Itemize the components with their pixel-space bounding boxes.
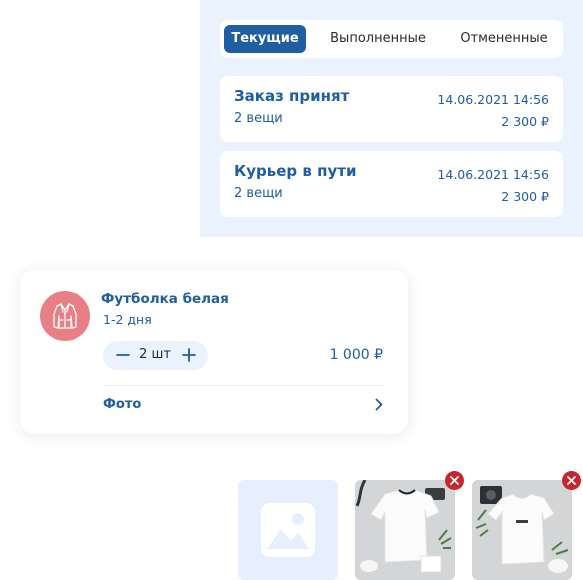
photo-label: Фото <box>103 397 142 412</box>
photo-thumbnail[interactable] <box>355 480 455 580</box>
order-card[interactable]: Курьер в пути 2 вещи 14.06.2021 14:56 2 … <box>220 151 563 217</box>
close-icon <box>567 476 576 485</box>
tab-completed[interactable]: Выполненные <box>320 25 436 53</box>
product-title: Футболка белая <box>101 291 229 307</box>
order-card[interactable]: Заказ принят 2 вещи 14.06.2021 14:56 2 3… <box>220 76 563 142</box>
quantity-stepper: 2 шт <box>103 341 208 370</box>
increase-button[interactable] <box>174 341 204 370</box>
photo-thumbnail[interactable] <box>472 480 572 580</box>
minus-icon <box>116 354 130 356</box>
order-date: 14.06.2021 14:56 <box>437 92 549 107</box>
remove-photo-button[interactable] <box>445 471 464 490</box>
order-price: 2 300 ₽ <box>501 114 549 129</box>
tab-cancelled[interactable]: Отмененные <box>450 25 558 53</box>
tshirt-photo <box>355 480 455 580</box>
remove-photo-button[interactable] <box>562 471 581 490</box>
divider <box>103 385 383 386</box>
order-date: 14.06.2021 14:56 <box>437 167 549 182</box>
order-tabs: Текущие Выполненные Отмененные <box>220 20 563 58</box>
quantity-value: 2 шт <box>139 347 171 362</box>
delivery-time: 1-2 дня <box>103 312 152 327</box>
photo-link[interactable]: Фото <box>103 392 383 418</box>
product-price: 1 000 ₽ <box>329 347 383 363</box>
jacket-icon <box>40 291 90 341</box>
close-icon <box>450 476 459 485</box>
orders-panel: Текущие Выполненные Отмененные Заказ при… <box>200 0 583 237</box>
product-card: Футболка белая 1-2 дня 2 шт 1 000 ₽ Фото <box>20 270 408 434</box>
tab-current[interactable]: Текущие <box>224 25 306 53</box>
plus-icon <box>182 348 196 362</box>
image-placeholder-icon <box>261 503 315 557</box>
add-photo-placeholder[interactable] <box>238 480 338 580</box>
decrease-button[interactable] <box>108 341 138 370</box>
chevron-right-icon <box>375 398 383 411</box>
tshirt-photo <box>472 480 572 580</box>
order-items-count: 2 вещи <box>234 111 283 126</box>
order-price: 2 300 ₽ <box>501 189 549 204</box>
order-status: Курьер в пути <box>234 162 357 180</box>
order-status: Заказ принят <box>234 87 350 105</box>
order-items-count: 2 вещи <box>234 186 283 201</box>
